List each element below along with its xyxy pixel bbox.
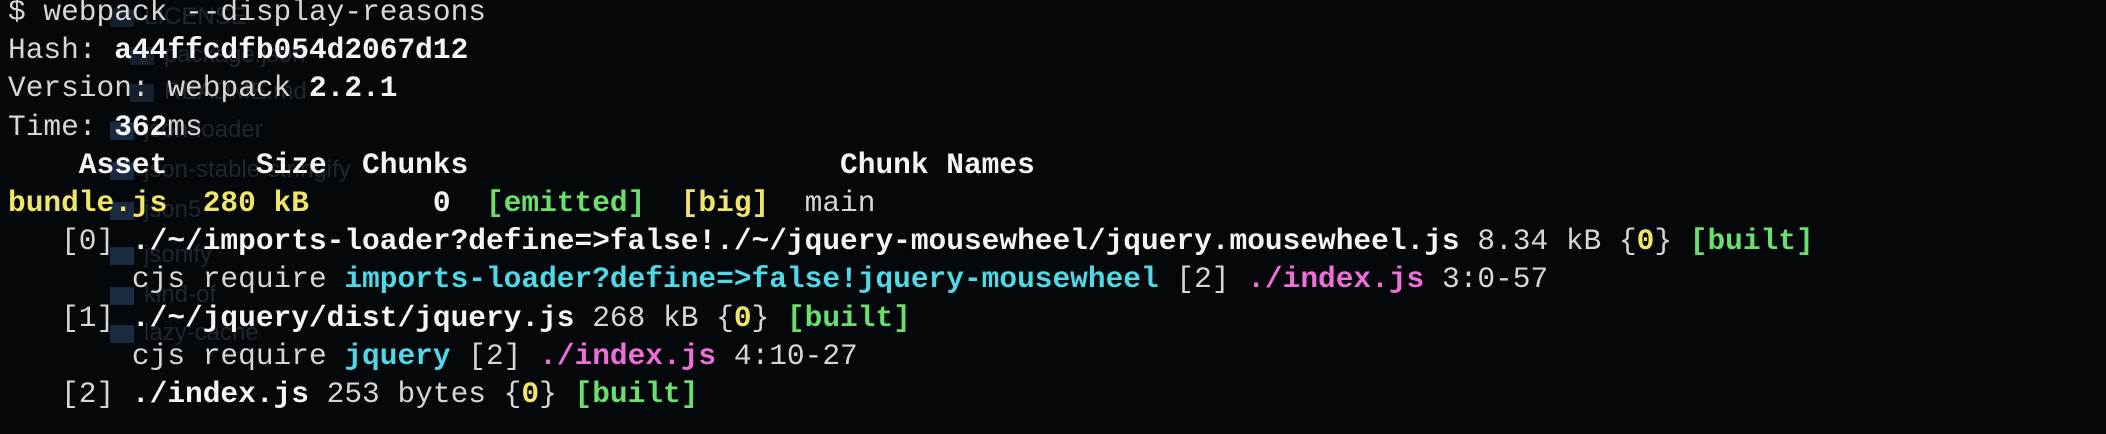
command-line: $ webpack --display-reasons <box>8 0 2098 31</box>
asset-chunk-name: main <box>804 185 876 220</box>
module-row: [0] ./~/imports-loader?define=>false!./~… <box>8 224 1814 259</box>
big-badge: [big] <box>680 185 770 220</box>
built-badge: [built] <box>1689 224 1814 259</box>
version-line: Version: webpack 2.2.1 <box>8 71 398 106</box>
reason-from: ./index.js <box>1247 262 1425 297</box>
module-reason: cjs require jquery [2] ./index.js 4:10-2… <box>8 338 858 373</box>
module-path: ./~/imports-loader?define=>false!./~/jqu… <box>131 224 1460 259</box>
asset-chunk: 0 <box>308 185 451 220</box>
module-reason: cjs require imports-loader?define=>false… <box>8 262 1549 297</box>
time-value: 362 <box>114 109 168 144</box>
command-text: webpack --display-reasons <box>43 0 486 29</box>
terminal-output[interactable]: $ webpack --display-reasons Hash: a44ffc… <box>8 0 2098 434</box>
built-badge: [built] <box>574 376 699 411</box>
asset-row: bundle.js 280 kB 0 [emitted] [big] main <box>8 184 2098 222</box>
reason-request: imports-loader?define=>false!jquery-mous… <box>344 262 1159 297</box>
built-badge: [built] <box>786 300 911 335</box>
module-row: [2] ./index.js 253 bytes {0} [built] <box>8 376 699 411</box>
emitted-badge: [emitted] <box>485 185 646 220</box>
hash-value: a44ffcdfb054d2067d12 <box>114 33 469 68</box>
reason-from: ./index.js <box>539 338 717 373</box>
version-value: 2.2.1 <box>308 71 398 106</box>
module-row: [1] ./~/jquery/dist/jquery.js 268 kB {0}… <box>8 300 911 335</box>
prompt: $ <box>8 0 44 29</box>
module-path: ./~/jquery/dist/jquery.js <box>131 300 575 335</box>
asset-table-header: Asset Size Chunks Chunk Names <box>8 147 1035 182</box>
time-line: Time: 362ms <box>8 109 203 144</box>
module-path: ./index.js <box>131 376 309 411</box>
asset-name: bundle.js <box>8 185 168 220</box>
asset-size: 280 kB <box>167 185 309 220</box>
hash-line: Hash: a44ffcdfb054d2067d12 <box>8 33 469 68</box>
reason-request: jquery <box>344 338 451 373</box>
